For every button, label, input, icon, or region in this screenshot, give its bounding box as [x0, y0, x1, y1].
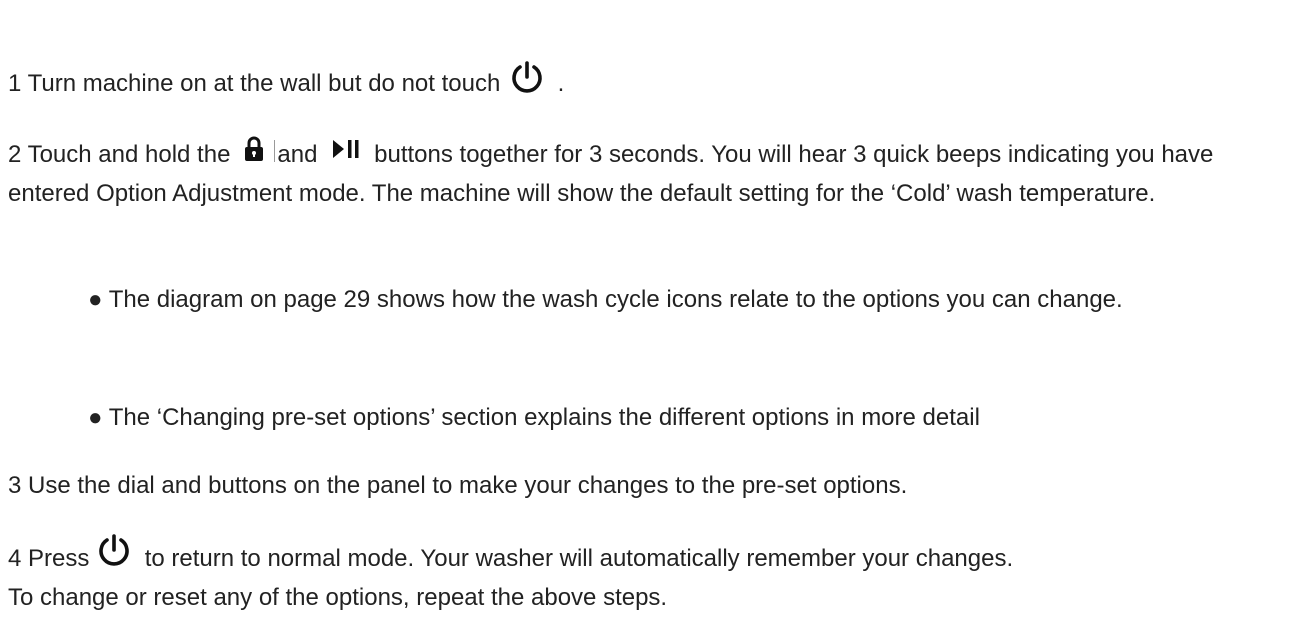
step-4: 4 Press to return to normal mode. Your w… [8, 530, 1013, 578]
footer-note: To change or reset any of the options, r… [8, 584, 668, 611]
power-icon [96, 532, 132, 568]
power-icon [509, 59, 545, 95]
step-2-text-start: 2 Touch and hold the [8, 141, 231, 168]
play-pause-icon [331, 135, 361, 161]
lock-icon [244, 135, 264, 161]
step-1-text: 1 Turn machine on at the wall but do not… [8, 70, 501, 97]
step-1: 1 Turn machine on at the wall but do not… [8, 55, 564, 103]
step-4-text-start: 4 Press [8, 545, 90, 572]
step-4-text-end: to return to normal mode. Your washer wi… [144, 545, 1014, 572]
step-3: 3 Use the dial and buttons on the panel … [8, 472, 908, 499]
step-2-and: and [277, 141, 318, 168]
list-item: ● The diagram on page 29 shows how the w… [88, 286, 1123, 313]
divider-mark [274, 140, 276, 162]
step-1-suffix: . [557, 70, 565, 97]
step-2: 2 Touch and hold the and buttons togethe… [8, 135, 1298, 213]
list-item: ● The ‘Changing pre-set options’ section… [88, 404, 980, 431]
